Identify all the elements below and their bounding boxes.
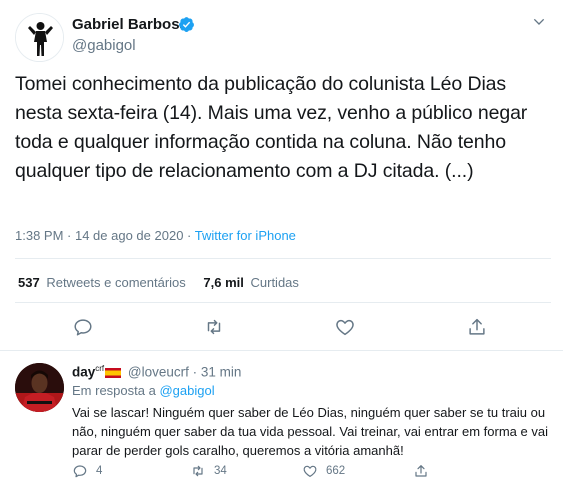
silhouette-logo-icon [16,14,63,61]
likes-count: 7,6 mil [203,275,244,290]
retweets-label: Retweets e comentários [46,275,186,290]
retweets-stat[interactable]: 537 Retweets e comentários [18,275,186,290]
reply-retweet-button[interactable]: 34 [190,463,227,479]
reply-name-superscript: crf [95,364,105,373]
author-handle[interactable]: @gabigol [72,37,136,54]
reply-time[interactable]: 31 min [201,365,242,380]
spain-flag-icon [105,367,122,378]
meta-separator: · [183,228,195,243]
reply-author-name[interactable]: day [72,365,95,380]
chevron-down-icon[interactable] [531,14,547,30]
tweet-actions [0,316,563,340]
share-icon[interactable] [466,316,488,338]
reply-author-handle[interactable]: @loveucrf [128,365,189,380]
tweet-source-link[interactable]: Twitter for iPhone [195,228,296,243]
in-reply-label: Em resposta a [72,383,156,398]
reply-actions: 4 34 662 [0,463,563,481]
reply-avatar[interactable] [15,363,64,412]
in-reply-mention-link[interactable]: @gabigol [159,383,214,398]
reply-share-button[interactable] [413,463,437,479]
tweet-date[interactable]: 14 de ago de 2020 [75,228,183,243]
like-count: 662 [326,465,346,477]
retweets-count: 537 [18,275,40,290]
reply-like-button[interactable]: 662 [302,463,345,479]
in-reply-to: Em resposta a @gabigol [72,383,215,398]
divider [15,258,551,259]
reply-separator: · [188,364,201,380]
divider [15,302,551,303]
reply-tweet[interactable]: daycrf @loveucrf · 31 min Em resposta a … [0,351,563,485]
author-name[interactable]: Gabriel Barbosa [72,16,188,33]
reply-icon[interactable] [72,316,94,338]
share-icon [415,465,427,477]
likes-label: Curtidas [250,275,299,290]
reply-header: daycrf @loveucrf · 31 min [72,364,241,380]
retweet-count: 34 [214,465,227,477]
retweet-icon[interactable] [203,316,225,338]
verified-badge-icon [179,17,194,32]
likes-stat[interactable]: 7,6 mil Curtidas [203,275,299,290]
author-avatar[interactable] [15,13,64,62]
retweet-icon [193,465,203,477]
engagement-stats: 537 Retweets e comentários 7,6 mil Curti… [18,275,299,290]
meta-separator: · [63,228,75,243]
reply-text: Vai se lascar! Ninguém quer saber de Léo… [72,405,548,458]
reply-count: 4 [96,465,103,477]
like-icon[interactable] [334,316,356,338]
reply-reply-button[interactable]: 4 [72,463,102,479]
like-icon [303,465,317,477]
tweet-meta: 1:38 PM · 14 de ago de 2020 · Twitter fo… [15,228,296,243]
reply-icon [73,465,87,478]
tweet-text: Tomei conhecimento da publicação do colu… [15,73,528,182]
tweet-time[interactable]: 1:38 PM [15,228,63,243]
avatar-photo-icon [15,363,64,412]
